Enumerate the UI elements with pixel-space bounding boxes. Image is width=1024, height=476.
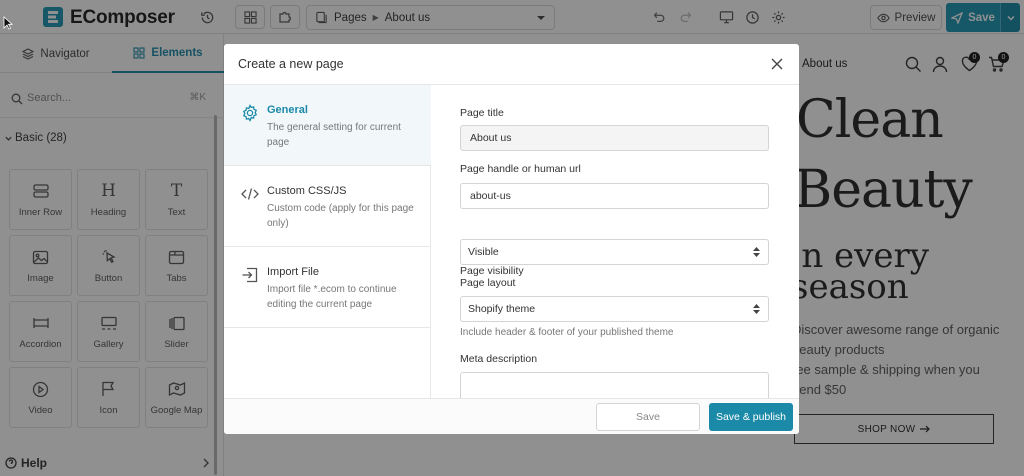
modal-sidebar: General The general setting for current …	[224, 85, 431, 398]
page-layout-hint: Include header & footer of your publishe…	[460, 327, 674, 338]
page-visibility-label: Page visibility	[460, 265, 524, 277]
modal-footer: Save Save & publish	[224, 398, 799, 434]
page-visibility-select[interactable]: Visible	[460, 239, 769, 265]
close-icon[interactable]	[770, 57, 784, 71]
select-arrows-icon	[753, 247, 760, 257]
page-title-input[interactable]: About us	[460, 125, 769, 151]
page-layout-value: Shopify theme	[468, 303, 536, 315]
modal-tab-custom-css-js[interactable]: Custom CSS/JS Custom code (apply for thi…	[224, 166, 431, 247]
modal-save-button[interactable]: Save	[596, 403, 700, 431]
create-page-modal: Create a new page General The general se…	[224, 44, 799, 434]
meta-description-label: Meta description	[460, 353, 538, 365]
page-handle-highlight: Page handle or human url about-us	[444, 155, 778, 217]
modal-tab-general[interactable]: General The general setting for current …	[224, 85, 431, 166]
gear-icon	[240, 103, 260, 123]
modal-title: Create a new page	[238, 57, 344, 71]
page-handle-label: Page handle or human url	[460, 163, 581, 175]
modal-tab-import-file[interactable]: Import File Import file *.ecom to contin…	[224, 247, 431, 328]
modal-tab-custom-css-title: Custom CSS/JS	[267, 185, 347, 197]
modal-tab-import-title: Import File	[267, 266, 319, 278]
page-layout-label: Page layout	[460, 277, 516, 289]
code-icon	[240, 184, 260, 204]
page-handle-input[interactable]: about-us	[460, 183, 769, 209]
modal-tab-import-desc: Import file *.ecom to continue editing t…	[267, 284, 397, 310]
modal-tab-general-desc: The general setting for current page	[267, 122, 401, 148]
general-settings-form: Page title About us Page visibility Visi…	[431, 85, 799, 412]
modal-tab-general-title: General	[267, 104, 308, 116]
mouse-cursor-icon	[3, 16, 13, 30]
page-visibility-value: Visible	[468, 246, 499, 258]
modal-tab-custom-css-desc: Custom code (apply for this page only)	[267, 203, 414, 229]
page-title-label: Page title	[460, 107, 504, 119]
import-icon	[240, 265, 260, 285]
modal-header: Create a new page	[224, 44, 799, 85]
select-arrows-icon	[753, 304, 760, 314]
page-layout-select[interactable]: Shopify theme	[460, 296, 769, 322]
save-and-publish-button[interactable]: Save & publish	[709, 403, 793, 431]
